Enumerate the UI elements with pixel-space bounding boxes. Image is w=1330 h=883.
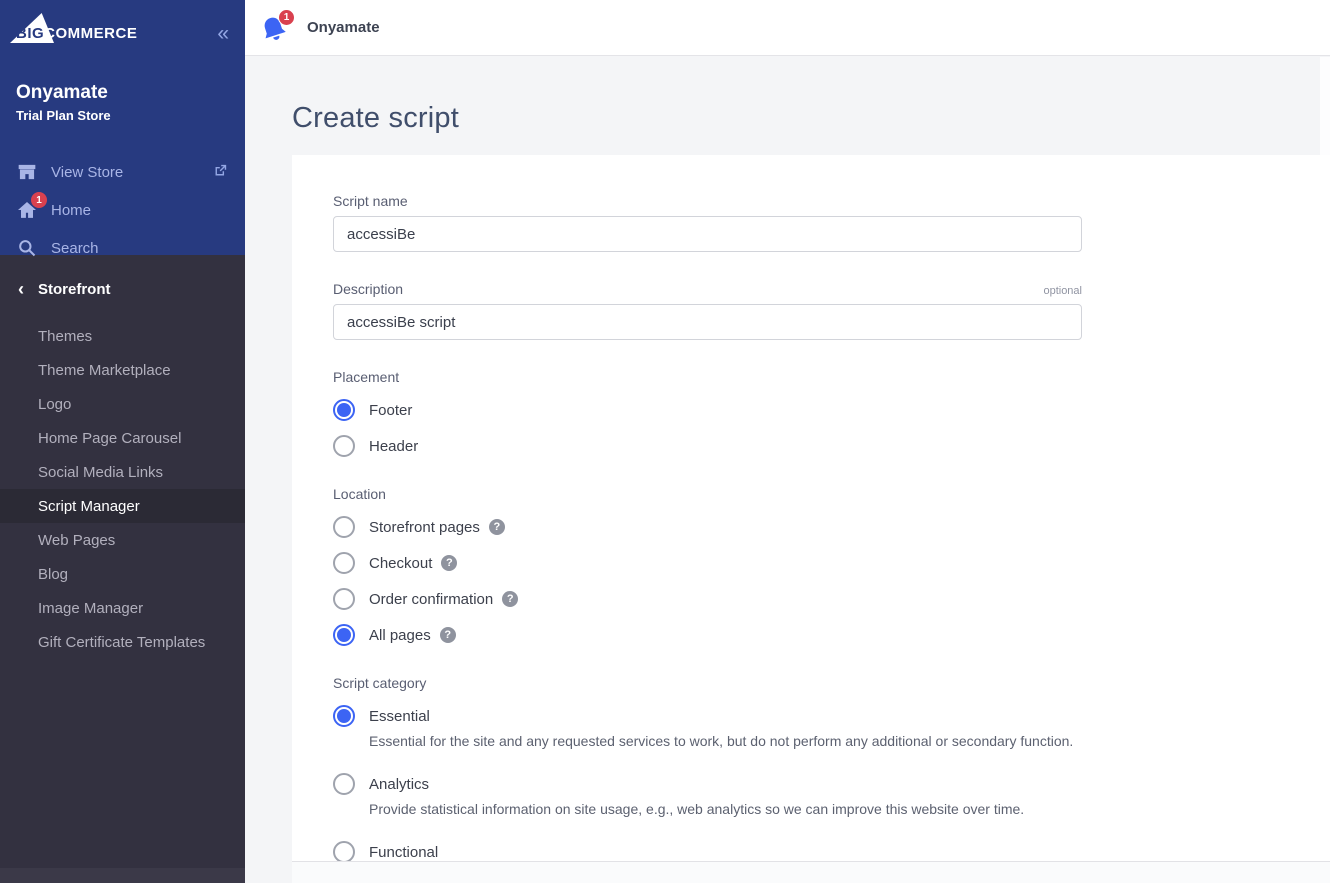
- radio-icon[interactable]: [333, 773, 355, 795]
- sidebar-item-themes[interactable]: Themes: [0, 319, 245, 353]
- category-option-essential: Essential Essential for the site and any…: [333, 705, 1082, 749]
- search-icon: [16, 237, 38, 259]
- radio-option-analytics[interactable]: Analytics: [333, 773, 1082, 795]
- logo-text-big: BIG: [16, 25, 44, 42]
- storefront-menu: Themes Theme Marketplace Logo Home Page …: [0, 319, 245, 659]
- sidebar-item-search[interactable]: Search: [16, 229, 229, 267]
- radio-icon[interactable]: [333, 435, 355, 457]
- radio-label: Footer: [369, 402, 412, 419]
- radio-label: Storefront pages: [369, 519, 480, 536]
- help-icon[interactable]: ?: [502, 591, 518, 607]
- main-content: Create script Script name Description op…: [245, 56, 1330, 883]
- sidebar-footer-strip: [0, 868, 245, 883]
- external-link-icon[interactable]: [212, 162, 229, 183]
- sidebar-item-theme-marketplace[interactable]: Theme Marketplace: [0, 353, 245, 387]
- script-name-label: Script name: [333, 193, 408, 209]
- topbar: 1 Onyamate: [245, 0, 1330, 56]
- radio-label: Functional: [369, 844, 438, 861]
- radio-label: Analytics: [369, 776, 429, 793]
- home-icon: 1: [16, 199, 38, 221]
- section-title-storefront[interactable]: Storefront: [38, 281, 111, 298]
- category-description: Essential for the site and any requested…: [369, 733, 1082, 749]
- radio-icon[interactable]: [333, 552, 355, 574]
- radio-label: Essential: [369, 708, 430, 725]
- radio-option-order-confirmation[interactable]: Order confirmation ?: [333, 588, 1082, 610]
- page-title: Create script: [292, 102, 459, 135]
- script-name-input[interactable]: [333, 216, 1082, 252]
- create-script-card: Script name Description optional Placeme…: [292, 155, 1330, 862]
- collapse-sidebar-icon[interactable]: «: [217, 23, 229, 44]
- notification-badge: 1: [278, 9, 295, 26]
- sidebar-item-blog[interactable]: Blog: [0, 557, 245, 591]
- notifications-button[interactable]: 1: [259, 11, 293, 45]
- store-name: Onyamate: [16, 82, 229, 104]
- sidebar-item-gift-certificate-templates[interactable]: Gift Certificate Templates: [0, 625, 245, 659]
- radio-option-checkout[interactable]: Checkout ?: [333, 552, 1082, 574]
- back-chevron-icon[interactable]: ‹: [18, 280, 24, 298]
- storefront-icon: [16, 161, 38, 183]
- radio-option-footer[interactable]: Footer: [333, 399, 1082, 421]
- location-label: Location: [333, 486, 1082, 502]
- category-description: Provide statistical information on site …: [369, 801, 1082, 817]
- radio-icon[interactable]: [333, 516, 355, 538]
- radio-icon[interactable]: [333, 588, 355, 610]
- help-icon[interactable]: ?: [489, 519, 505, 535]
- script-name-field: Script name: [333, 193, 1082, 252]
- sidebar-item-web-pages[interactable]: Web Pages: [0, 523, 245, 557]
- radio-option-header[interactable]: Header: [333, 435, 1082, 457]
- sidebar-item-label: Home: [51, 202, 91, 219]
- radio-option-all-pages[interactable]: All pages ?: [333, 624, 1082, 646]
- sidebar-item-label: Search: [51, 240, 99, 257]
- logo-text-commerce: COMMERCE: [44, 25, 137, 42]
- sidebar-top-section: BIG COMMERCE « Onyamate Trial Plan Store…: [0, 0, 245, 255]
- sidebar-item-home-page-carousel[interactable]: Home Page Carousel: [0, 421, 245, 455]
- home-notification-badge: 1: [31, 192, 47, 208]
- footer-strip: [292, 862, 1330, 883]
- radio-option-functional[interactable]: Functional: [333, 841, 1082, 862]
- placement-group: Placement Footer Header: [333, 369, 1082, 457]
- radio-icon[interactable]: [333, 624, 355, 646]
- store-identity: Onyamate Trial Plan Store: [16, 82, 229, 123]
- bigcommerce-logo[interactable]: BIG COMMERCE: [16, 20, 137, 46]
- sidebar-item-social-media-links[interactable]: Social Media Links: [0, 455, 245, 489]
- sidebar: BIG COMMERCE « Onyamate Trial Plan Store…: [0, 0, 245, 883]
- category-option-functional: Functional: [333, 841, 1082, 862]
- radio-icon[interactable]: [333, 841, 355, 862]
- help-icon[interactable]: ?: [441, 555, 457, 571]
- sidebar-item-image-manager[interactable]: Image Manager: [0, 591, 245, 625]
- description-field: Description optional: [333, 281, 1082, 340]
- radio-icon[interactable]: [333, 399, 355, 421]
- sidebar-item-logo[interactable]: Logo: [0, 387, 245, 421]
- description-input[interactable]: [333, 304, 1082, 340]
- radio-label: Header: [369, 438, 418, 455]
- sidebar-item-label: View Store: [51, 164, 123, 181]
- script-category-label: Script category: [333, 675, 1082, 691]
- store-plan: Trial Plan Store: [16, 108, 229, 123]
- location-group: Location Storefront pages ? Checkout ? O…: [333, 486, 1082, 646]
- sidebar-item-view-store[interactable]: View Store: [16, 153, 229, 191]
- help-icon[interactable]: ?: [440, 627, 456, 643]
- optional-tag: optional: [1043, 285, 1082, 297]
- scrollbar[interactable]: [1320, 57, 1330, 155]
- radio-label: Order confirmation: [369, 591, 493, 608]
- radio-option-storefront-pages[interactable]: Storefront pages ?: [333, 516, 1082, 538]
- topbar-store-name: Onyamate: [307, 19, 380, 36]
- radio-label: Checkout: [369, 555, 432, 572]
- category-option-analytics: Analytics Provide statistical informatio…: [333, 773, 1082, 817]
- radio-label: All pages: [369, 627, 431, 644]
- radio-icon[interactable]: [333, 705, 355, 727]
- script-category-group: Script category Essential Essential for …: [333, 675, 1082, 862]
- placement-label: Placement: [333, 369, 1082, 385]
- sidebar-item-script-manager[interactable]: Script Manager: [0, 489, 245, 523]
- description-label: Description: [333, 281, 403, 297]
- sidebar-item-home[interactable]: 1 Home: [16, 191, 229, 229]
- radio-option-essential[interactable]: Essential: [333, 705, 1082, 727]
